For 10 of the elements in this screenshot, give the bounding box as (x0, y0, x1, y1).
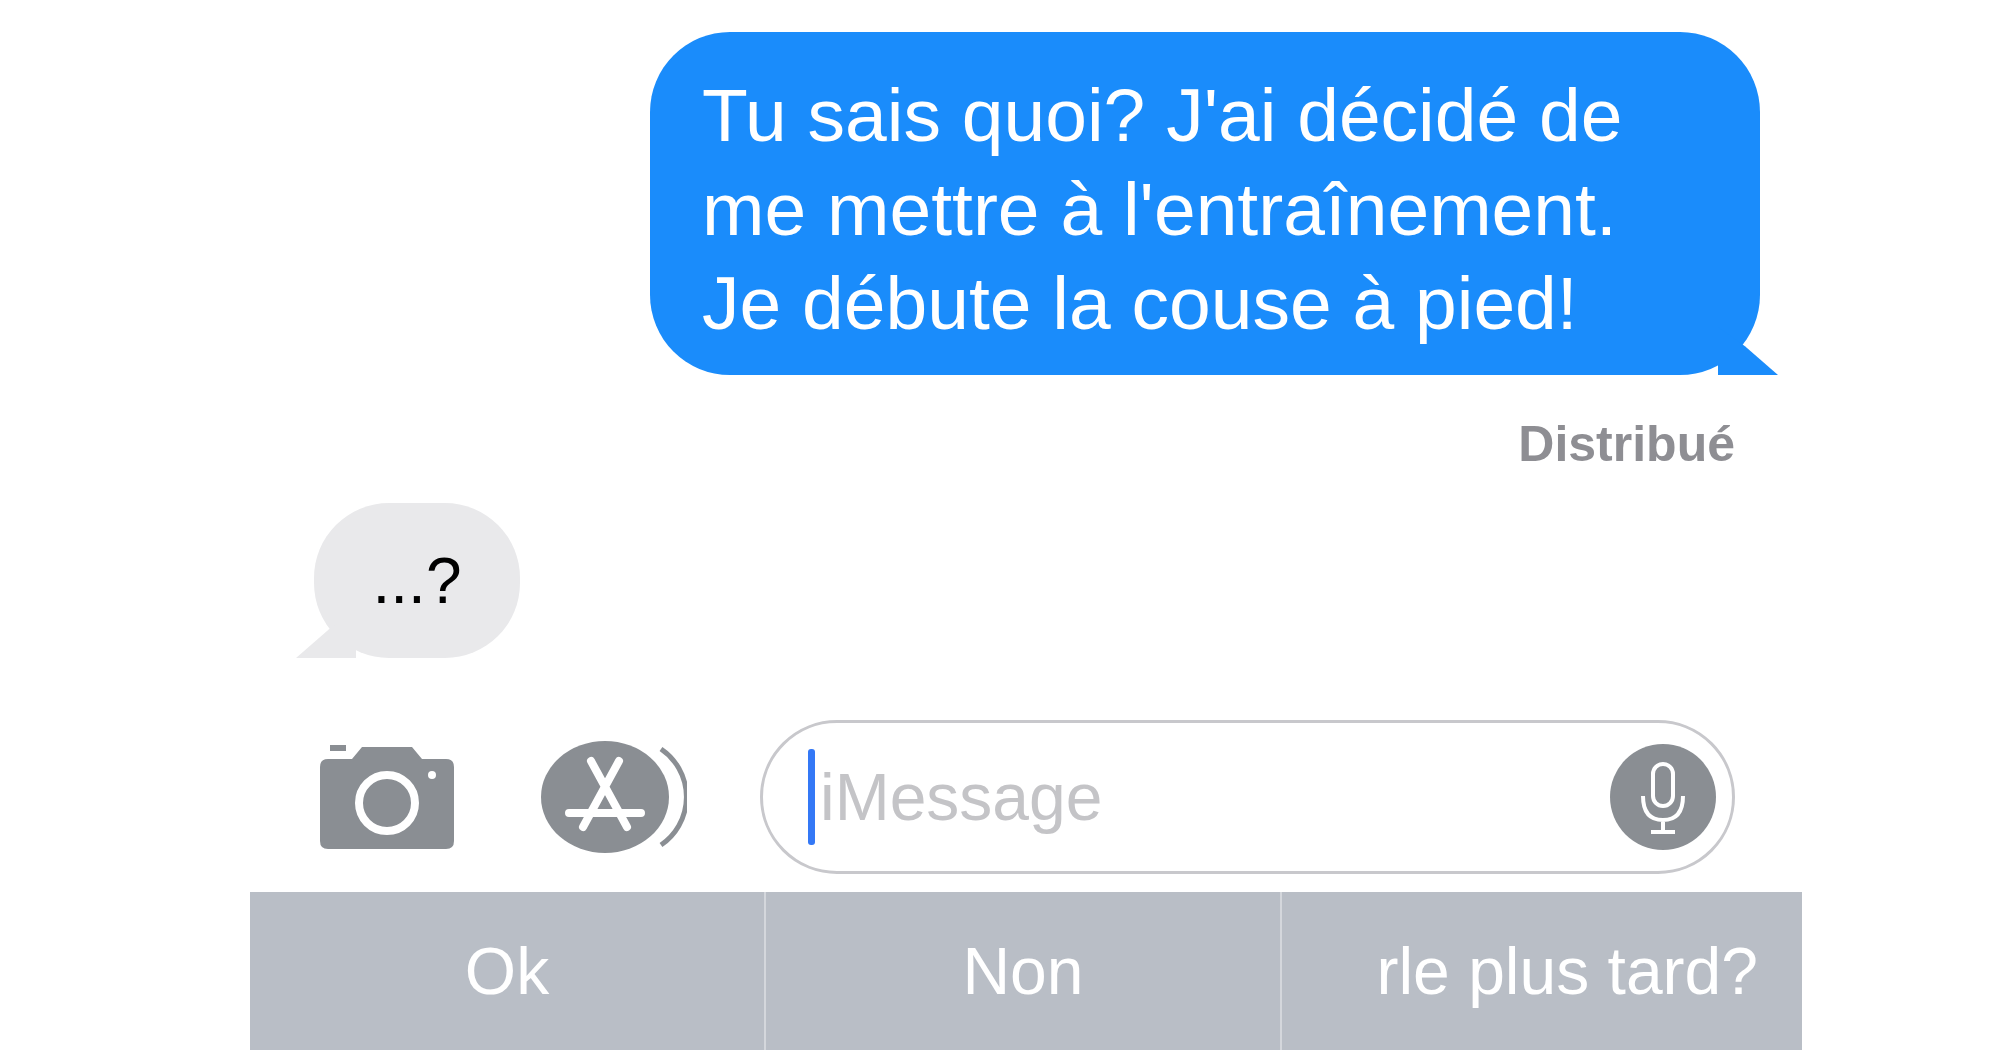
message-input-field[interactable]: iMessage (760, 720, 1735, 874)
suggestion-button[interactable]: Ok (250, 892, 766, 1050)
app-store-icon[interactable] (541, 739, 687, 855)
received-message-bubble: ...? (296, 503, 520, 658)
camera-icon[interactable] (320, 745, 454, 849)
delivery-status: Distribué (1518, 415, 1735, 473)
microphone-icon[interactable] (1610, 744, 1716, 850)
suggestion-button[interactable]: rle plus tard? (1282, 892, 1798, 1050)
suggestion-button[interactable]: Non (766, 892, 1282, 1050)
sent-message-bubble: Tu sais quoi? J'ai décidé de me mettre à l'entraînement. Je débute la couse à pied! (650, 32, 1778, 375)
